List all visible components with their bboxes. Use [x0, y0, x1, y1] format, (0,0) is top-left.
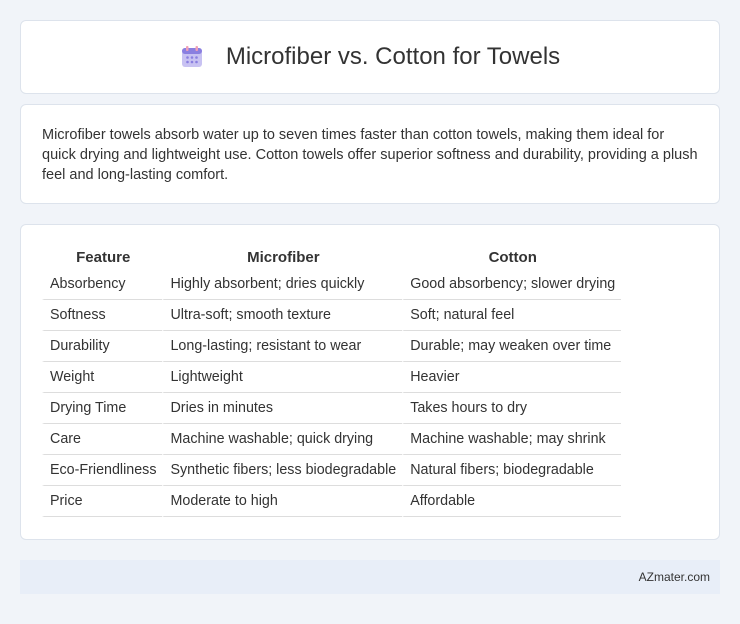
table-header-row: Feature Microfiber Cotton — [42, 245, 621, 269]
table-row: Drying Time Dries in minutes Takes hours… — [42, 393, 622, 424]
microfiber-cell: Synthetic fibers; less biodegradable — [162, 455, 403, 486]
cotton-cell: Natural fibers; biodegradable — [402, 455, 622, 486]
cotton-cell: Affordable — [402, 486, 622, 517]
microfiber-cell: Dries in minutes — [162, 393, 403, 424]
feature-cell: Drying Time — [42, 393, 163, 424]
microfiber-cell: Highly absorbent; dries quickly — [162, 269, 403, 300]
table-row: Absorbency Highly absorbent; dries quick… — [42, 269, 622, 300]
feature-cell: Absorbency — [42, 269, 163, 300]
table-row: Care Machine washable; quick drying Mach… — [42, 424, 622, 455]
feature-cell: Eco-Friendliness — [42, 455, 163, 486]
microfiber-cell: Machine washable; quick drying — [162, 424, 403, 455]
summary-card: Microfiber towels absorb water up to sev… — [20, 104, 720, 204]
header-feature: Feature — [42, 245, 162, 269]
table-row: Price Moderate to high Affordable — [42, 486, 622, 517]
microfiber-cell: Moderate to high — [162, 486, 403, 517]
feature-cell: Price — [42, 486, 163, 517]
page-title: Microfiber vs. Cotton for Towels — [225, 43, 561, 70]
table-row: Eco-Friendliness Synthetic fibers; less … — [42, 455, 622, 486]
cotton-cell: Machine washable; may shrink — [402, 424, 622, 455]
calendar-icon — [180, 45, 204, 69]
summary-text: Microfiber towels absorb water up to sev… — [42, 127, 698, 183]
header-cotton: Cotton — [402, 245, 621, 269]
cotton-cell: Heavier — [402, 362, 622, 393]
feature-cell: Weight — [42, 362, 163, 393]
footer-site-link[interactable]: AZmater.com — [639, 570, 710, 584]
feature-cell: Care — [42, 424, 163, 455]
footer: AZmater.com — [20, 560, 720, 594]
cotton-cell: Good absorbency; slower drying — [402, 269, 622, 300]
feature-cell: Softness — [42, 300, 163, 331]
cotton-cell: Takes hours to dry — [402, 393, 622, 424]
microfiber-cell: Lightweight — [162, 362, 403, 393]
microfiber-cell: Ultra-soft; smooth texture — [162, 300, 403, 331]
cotton-cell: Soft; natural feel — [402, 300, 622, 331]
feature-cell: Durability — [42, 331, 163, 362]
table-row: Durability Long-lasting; resistant to we… — [42, 331, 622, 362]
comparison-table: Feature Microfiber Cotton Absorbency Hig… — [42, 245, 622, 517]
cotton-cell: Durable; may weaken over time — [402, 331, 622, 362]
header-microfiber: Microfiber — [162, 245, 402, 269]
title-card: Microfiber vs. Cotton for Towels — [20, 20, 720, 94]
table-row: Weight Lightweight Heavier — [42, 362, 622, 393]
microfiber-cell: Long-lasting; resistant to wear — [162, 331, 403, 362]
table-row: Softness Ultra-soft; smooth texture Soft… — [42, 300, 622, 331]
comparison-card: Feature Microfiber Cotton Absorbency Hig… — [20, 224, 720, 540]
